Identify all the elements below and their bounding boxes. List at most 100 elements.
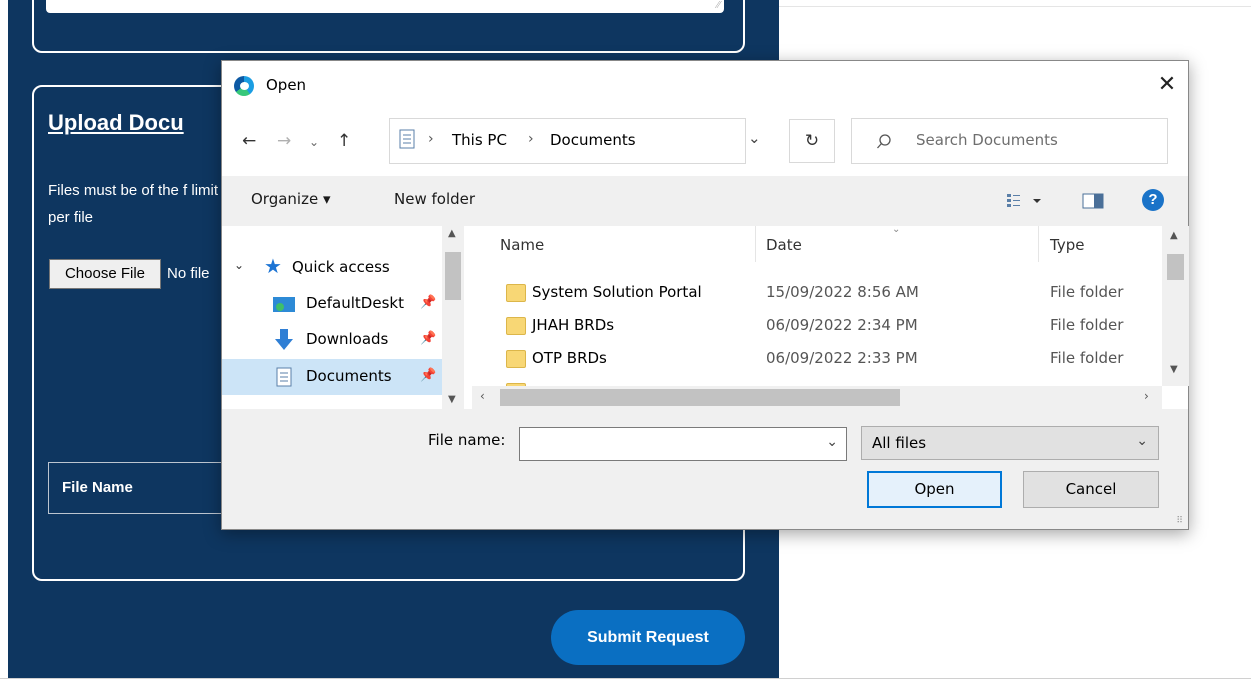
file-row[interactable]: JHAH BRDs 06/09/2022 2:34 PM File folder <box>472 309 1162 342</box>
file-type-chevron-icon: ⌄ <box>1136 433 1148 449</box>
file-row-partial[interactable] <box>472 375 1162 386</box>
top-divider <box>779 6 1251 7</box>
view-options-icon[interactable] <box>1006 193 1046 209</box>
file-name-column-header: File Name <box>62 479 133 496</box>
breadcrumb-separator-icon: › <box>528 131 534 147</box>
file-name: System Solution Portal <box>532 283 702 301</box>
nav-item-documents[interactable]: Documents 📌 <box>222 359 442 395</box>
choose-file-button[interactable]: Choose File <box>49 259 161 289</box>
file-list-pane: Name Date ⌄ Type System Solution Portal … <box>472 224 1189 409</box>
pin-icon[interactable]: 📌 <box>420 331 436 346</box>
resize-grip-icon[interactable]: ⠿ <box>1176 516 1183 526</box>
file-name-label: File name: <box>428 431 506 449</box>
file-type-value: All files <box>872 434 927 452</box>
column-header-name[interactable]: Name <box>500 236 544 254</box>
column-header-type[interactable]: Type <box>1050 236 1084 254</box>
nav-pane-scrollbar[interactable]: ▲ ▼ <box>442 226 464 409</box>
forward-arrow-icon[interactable]: → <box>277 131 291 151</box>
file-type: File folder <box>1050 316 1124 334</box>
new-folder-button[interactable]: New folder <box>394 190 475 208</box>
scroll-down-icon[interactable]: ▼ <box>448 394 456 405</box>
file-name-input[interactable]: ⌄ <box>519 427 847 461</box>
close-icon[interactable]: ✕ <box>1152 70 1182 100</box>
desktop-icon <box>273 297 295 312</box>
nav-item-label: Downloads <box>306 330 389 348</box>
dialog-titlebar: Open ✕ <box>222 61 1188 111</box>
star-icon: ★ <box>264 254 282 278</box>
horizontal-scroll-thumb[interactable] <box>500 389 900 406</box>
nav-item-label: Documents <box>306 367 392 385</box>
folder-icon <box>506 284 526 302</box>
file-type: File folder <box>1050 283 1124 301</box>
search-placeholder: Search Documents <box>916 131 1058 149</box>
back-arrow-icon[interactable]: ← <box>242 131 256 151</box>
column-header-date[interactable]: Date <box>766 236 802 254</box>
file-name: OTP BRDs <box>532 349 607 367</box>
refresh-icon[interactable]: ↻ <box>789 119 835 163</box>
file-date: 15/09/2022 8:56 AM <box>766 283 919 301</box>
nav-item-default-desktop[interactable]: DefaultDeskt 📌 <box>222 286 442 322</box>
file-row[interactable]: System Solution Portal 15/09/2022 8:56 A… <box>472 276 1162 309</box>
folder-icon <box>506 317 526 335</box>
file-date: 06/09/2022 2:34 PM <box>766 316 918 334</box>
open-button[interactable]: Open <box>867 471 1002 508</box>
upload-title: Upload Docu <box>48 110 184 135</box>
search-input[interactable]: Search Documents <box>851 118 1168 164</box>
file-date: 06/09/2022 2:33 PM <box>766 349 918 367</box>
page: ⁄⁄ Upload Docu Files must be of the f li… <box>0 0 1251 681</box>
sort-chevron-icon: ⌄ <box>892 224 901 235</box>
preview-pane-icon[interactable] <box>1082 193 1104 209</box>
pin-icon[interactable]: 📌 <box>420 295 436 310</box>
cancel-button[interactable]: Cancel <box>1023 471 1159 508</box>
breadcrumb-documents[interactable]: Documents <box>550 131 636 149</box>
column-divider[interactable] <box>755 226 756 262</box>
address-bar[interactable]: › This PC › Documents ⌄ <box>389 118 761 164</box>
help-icon[interactable]: ? <box>1142 189 1164 211</box>
file-name-dropdown-chevron-icon[interactable]: ⌄ <box>826 434 838 450</box>
navigation-pane: ⌄ ★ Quick access DefaultDeskt 📌 Download… <box>222 226 467 409</box>
scroll-right-icon[interactable]: › <box>1144 389 1149 403</box>
address-dropdown-chevron-icon[interactable]: ⌄ <box>748 129 761 147</box>
nav-item-quick-access[interactable]: ⌄ ★ Quick access <box>222 250 442 286</box>
search-icon <box>877 134 891 149</box>
resize-grip-icon[interactable]: ⁄⁄ <box>717 0 720 11</box>
file-list-horizontal-scrollbar[interactable]: ‹ › <box>472 386 1162 409</box>
no-file-text: No file <box>167 265 210 282</box>
file-row[interactable]: OTP BRDs 06/09/2022 2:33 PM File folder <box>472 342 1162 375</box>
folder-icon <box>506 350 526 368</box>
nav-item-downloads[interactable]: Downloads 📌 <box>222 322 442 358</box>
comments-textarea[interactable]: ⁄⁄ <box>46 0 724 13</box>
bottom-divider <box>0 678 1251 679</box>
upload-description: Files must be of the f limit per file <box>48 182 219 226</box>
dialog-title: Open <box>266 76 307 94</box>
dialog-toolbar: Organize ▾ New folder ? <box>222 176 1188 226</box>
download-arrow-icon <box>275 329 293 350</box>
file-type: File folder <box>1050 349 1124 367</box>
up-arrow-icon[interactable]: ↑ <box>337 131 351 151</box>
scroll-left-icon[interactable]: ‹ <box>480 389 485 403</box>
browser-panes: ⌄ ★ Quick access DefaultDeskt 📌 Download… <box>222 224 1189 409</box>
nav-item-label: DefaultDeskt <box>306 294 404 312</box>
file-type-select[interactable]: All files ⌄ <box>861 426 1159 460</box>
scroll-up-icon[interactable]: ▲ <box>448 228 456 239</box>
open-file-dialog: Open ✕ ← → ⌄ ↑ › This PC › Documents ⌄ ↻ <box>221 60 1189 530</box>
organize-button[interactable]: Organize ▾ <box>251 190 331 208</box>
scroll-up-icon[interactable]: ▲ <box>1170 230 1178 241</box>
breadcrumb-this-pc[interactable]: This PC <box>452 131 507 149</box>
pin-icon[interactable]: 📌 <box>420 368 436 383</box>
nav-item-label: Quick access <box>292 258 390 276</box>
recent-locations-chevron-icon[interactable]: ⌄ <box>309 132 319 152</box>
expand-chevron-icon[interactable]: ⌄ <box>234 258 244 272</box>
submit-request-button[interactable]: Submit Request <box>551 610 745 665</box>
scroll-down-icon[interactable]: ▼ <box>1170 364 1178 375</box>
breadcrumb-separator-icon: › <box>428 131 434 147</box>
vertical-scroll-thumb[interactable] <box>1167 254 1184 280</box>
column-divider[interactable] <box>1038 226 1039 262</box>
file-list-vertical-scrollbar[interactable]: ▲ ▼ <box>1162 226 1189 386</box>
nav-scroll-thumb[interactable] <box>445 252 461 300</box>
document-icon <box>276 367 292 387</box>
file-table: File Name <box>48 462 248 514</box>
file-name: JHAH BRDs <box>532 316 615 334</box>
folder-location-icon <box>399 129 415 149</box>
edge-browser-icon <box>234 76 254 96</box>
